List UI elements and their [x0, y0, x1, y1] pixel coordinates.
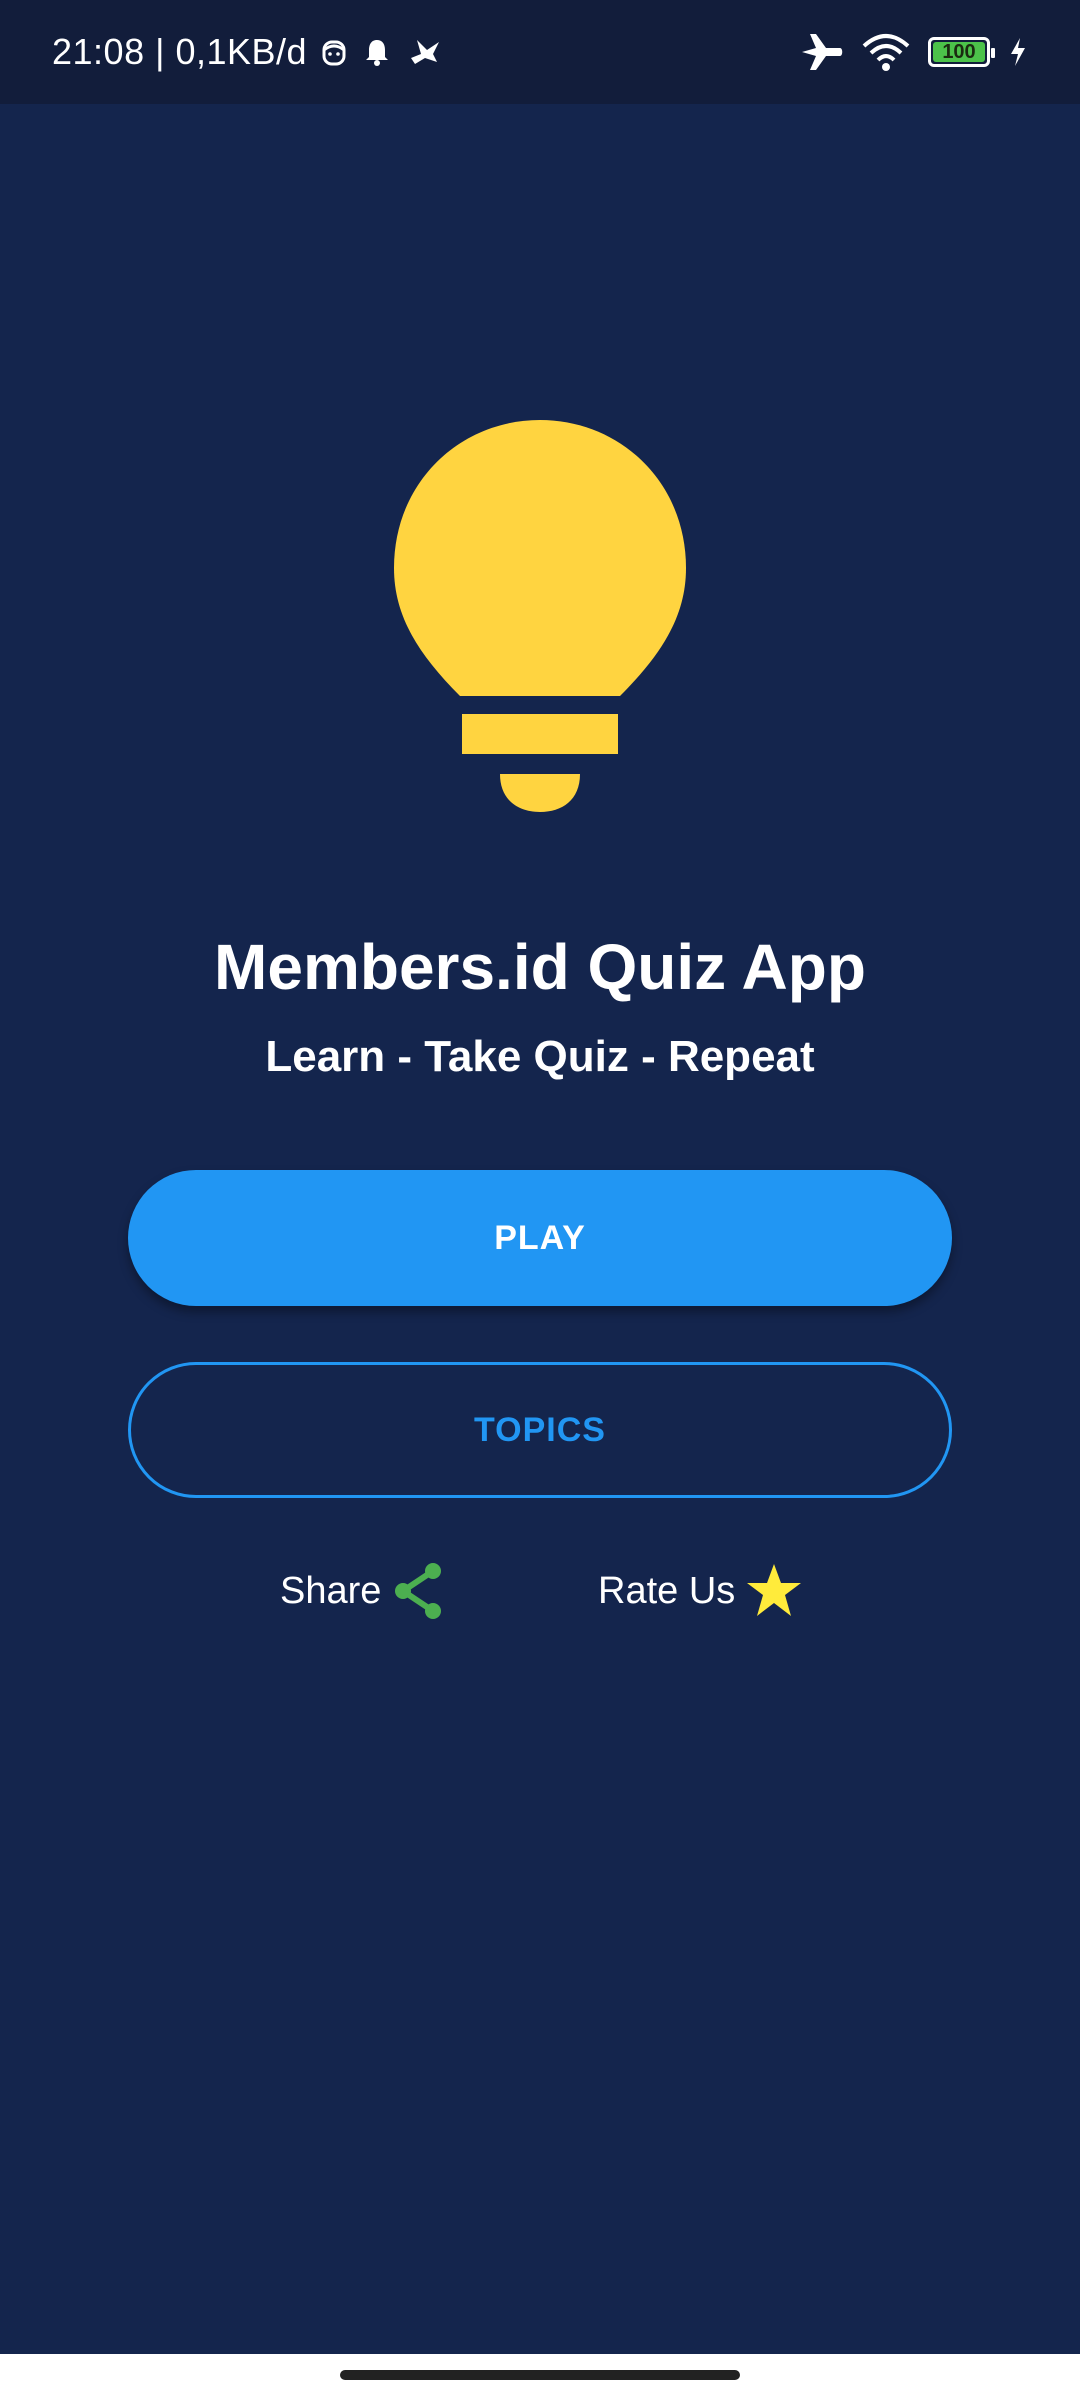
status-time-data: 21:08 | 0,1KB/d [52, 31, 308, 72]
star-icon [745, 1562, 803, 1620]
airplane-icon [800, 32, 844, 72]
battery-icon: 100 [928, 37, 995, 67]
gesture-handle[interactable] [340, 2370, 740, 2380]
lightbulb-icon [390, 420, 690, 820]
charging-icon [1008, 36, 1028, 68]
rate-us-label: Rate Us [598, 1569, 736, 1612]
topics-button[interactable]: TOPICS [128, 1362, 952, 1498]
battery-level: 100 [942, 40, 976, 63]
navigation-area [0, 2354, 1080, 2400]
play-button[interactable]: PLAY [128, 1170, 952, 1306]
share-icon [391, 1561, 447, 1621]
share-button[interactable]: Share [280, 1556, 447, 1626]
bell-icon [361, 36, 393, 68]
app-subtitle: Learn - Take Quiz - Repeat [265, 1032, 815, 1081]
face-icon [321, 36, 347, 68]
wifi-icon [862, 32, 910, 72]
app-title: Members.id Quiz App [214, 931, 866, 1003]
share-label: Share [280, 1569, 382, 1612]
status-right: 100 [800, 32, 1028, 72]
rate-us-button[interactable]: Rate Us [598, 1556, 803, 1626]
quiz-home-screen: 21:08 | 0,1KB/d 100 Members.id Quiz App … [0, 0, 1080, 2400]
status-left: 21:08 | 0,1KB/d [52, 31, 443, 73]
bird-icon [407, 36, 443, 68]
status-bar: 21:08 | 0,1KB/d 100 [0, 0, 1080, 104]
